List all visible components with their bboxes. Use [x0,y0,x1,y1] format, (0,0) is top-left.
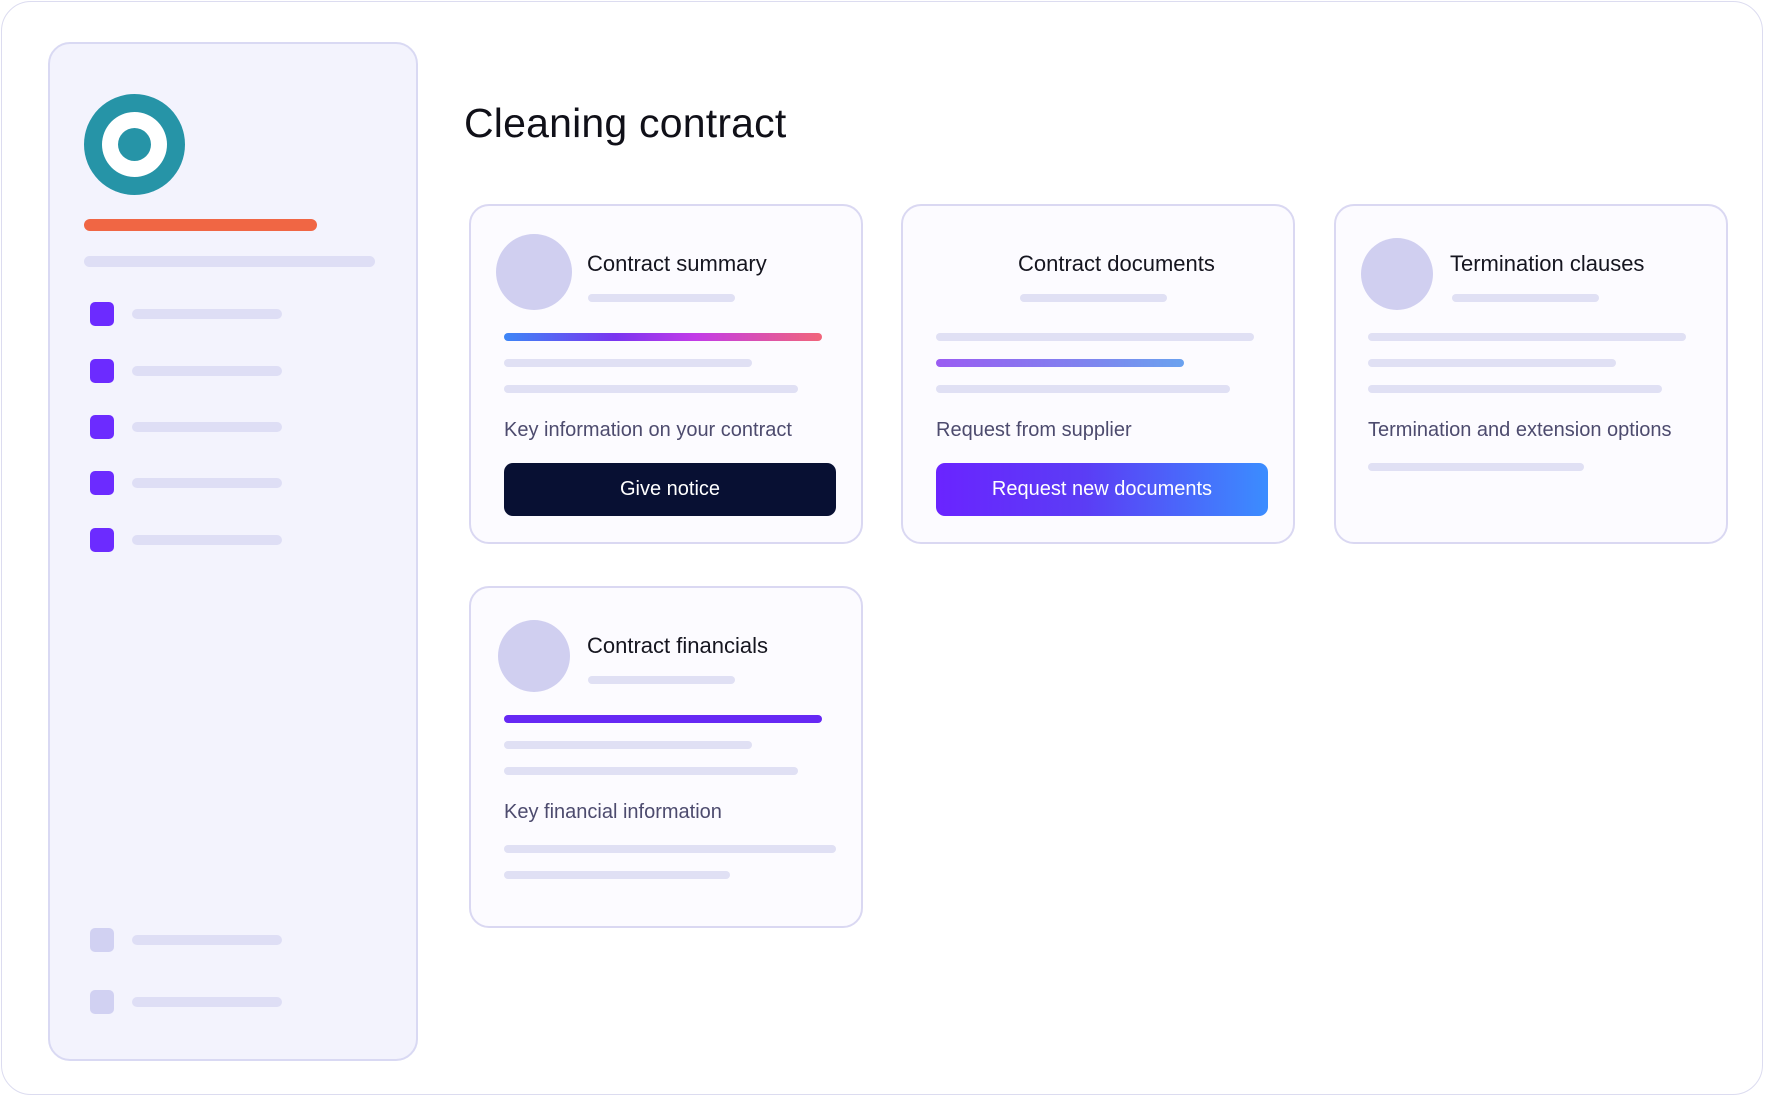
termination-clauses-card[interactable]: Termination clauses Termination and exte… [1334,204,1728,544]
sidebar-item-label-placeholder [132,309,282,319]
text-line-placeholder [504,741,752,749]
square-icon [90,928,114,952]
sidebar-item-label-placeholder [132,478,282,488]
sidebar-item-5[interactable] [90,528,310,552]
card-subtitle-placeholder [588,676,735,684]
square-icon [90,990,114,1014]
avatar [498,620,570,692]
contract-documents-card[interactable]: Contract documents Request from supplier… [901,204,1295,544]
text-line-placeholder [504,767,798,775]
sidebar-item-4[interactable] [90,471,310,495]
give-notice-button[interactable]: Give notice [504,463,836,516]
page-title: Cleaning contract [464,100,787,146]
card-title: Contract documents [1018,251,1215,276]
avatar [496,234,572,310]
sidebar [48,42,418,1061]
card-description: Key financial information [504,801,722,823]
sidebar-item-3[interactable] [90,415,310,439]
card-subtitle-placeholder [1020,294,1167,302]
progress-bar [504,715,822,723]
text-line-placeholder [1368,385,1662,393]
sidebar-item-1[interactable] [90,302,310,326]
contract-summary-card[interactable]: Contract summary Key information on your… [469,204,863,544]
text-line-placeholder [504,359,752,367]
progress-gradient-bar [504,333,822,341]
square-icon [90,415,114,439]
card-title: Contract financials [587,633,768,658]
card-title: Contract summary [587,251,767,276]
text-line-placeholder [1368,333,1686,341]
sidebar-footer-item-1[interactable] [90,928,310,952]
sidebar-item-2[interactable] [90,359,310,383]
brand-subtitle-placeholder [84,256,375,267]
square-icon [90,302,114,326]
sidebar-item-label-placeholder [132,935,282,945]
text-line-placeholder [504,385,798,393]
app-window: Cleaning contract Contract summary Key i… [1,1,1763,1095]
text-line-placeholder [504,871,730,879]
card-subtitle-placeholder [588,294,735,302]
sidebar-item-label-placeholder [132,535,282,545]
logo-core [118,128,151,161]
sidebar-footer-item-2[interactable] [90,990,310,1014]
sidebar-item-label-placeholder [132,366,282,376]
text-line-placeholder [936,333,1254,341]
card-subtitle-placeholder [1452,294,1599,302]
text-line-placeholder [1368,463,1584,471]
sidebar-item-label-placeholder [132,422,282,432]
progress-gradient-bar [936,359,1184,367]
logo-ring [102,112,167,177]
avatar [1361,238,1433,310]
text-line-placeholder [936,385,1230,393]
ring-logo-icon[interactable] [84,94,185,195]
text-line-placeholder [1368,359,1616,367]
contract-financials-card[interactable]: Contract financials Key financial inform… [469,586,863,928]
brand-name-placeholder [84,219,317,231]
request-new-documents-button[interactable]: Request new documents [936,463,1268,516]
card-title: Termination clauses [1450,251,1645,276]
sidebar-item-label-placeholder [132,997,282,1007]
card-description: Termination and extension options [1368,419,1672,441]
text-line-placeholder [504,845,836,853]
card-description: Request from supplier [936,419,1132,441]
square-icon [90,359,114,383]
square-icon [90,528,114,552]
square-icon [90,471,114,495]
card-description: Key information on your contract [504,419,792,441]
